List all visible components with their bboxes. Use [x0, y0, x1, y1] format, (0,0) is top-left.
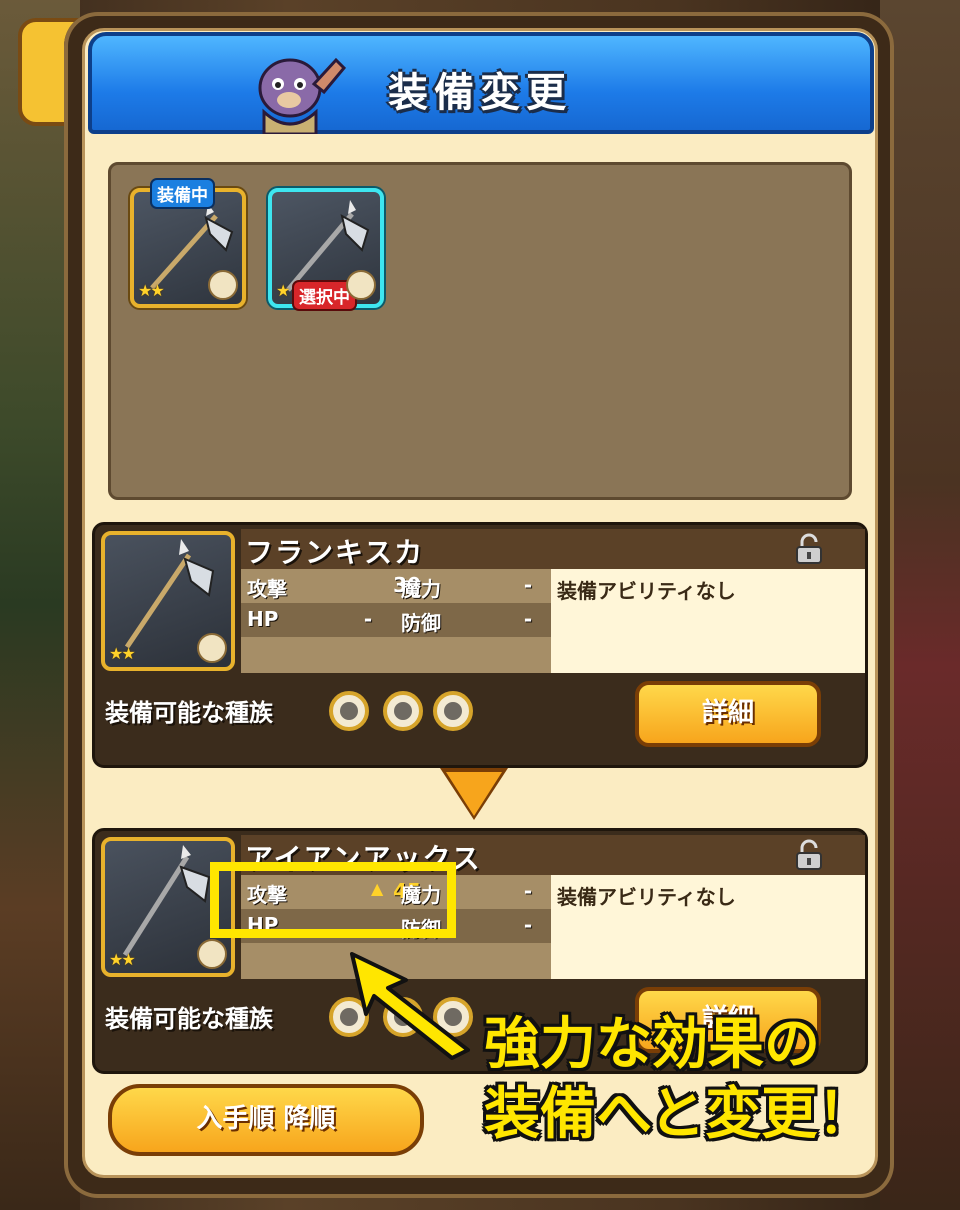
promo-caption: 強力な効果の 装備へと変更！	[484, 1010, 873, 1150]
detail-button[interactable]: 詳細	[635, 681, 821, 747]
highlight-box	[210, 862, 456, 938]
rarity-stars: ★★	[109, 950, 136, 969]
current-item-thumbnail: ★★	[101, 531, 235, 671]
stats-row-1: 攻撃 30 魔力 -	[241, 569, 551, 603]
stats-row-3	[241, 637, 551, 673]
axe-type-icon	[208, 270, 238, 300]
magic-value: -	[523, 573, 533, 597]
sort-button[interactable]: 入手順 降順	[108, 1084, 424, 1156]
lock-icon[interactable]	[793, 533, 825, 565]
magic-value: -	[523, 879, 533, 903]
item-name: フランキスカ	[245, 536, 425, 569]
promo-caption-line1: 強力な効果の	[484, 1012, 820, 1077]
race-label: 装備可能な種族	[105, 1005, 273, 1033]
mascot-icon	[258, 57, 347, 134]
axe-type-icon	[197, 939, 227, 969]
inventory-slot-equipped[interactable]: 装備中 ★★	[130, 178, 246, 308]
equipped-badge: 装備中	[150, 178, 215, 209]
stats-table: 攻撃 30 魔力 - HP - 防御 -	[241, 569, 551, 673]
race-icon-wing	[383, 691, 423, 731]
promo-caption-line2: 装備へと変更！	[484, 1082, 874, 1147]
defense-value: -	[523, 913, 533, 937]
hp-value: -	[363, 607, 373, 631]
current-item-card: ★★ フランキスカ 攻撃 30 魔力 - HP - 防御 - 装備アビリティなし…	[92, 522, 868, 768]
race-icon-beast	[329, 691, 369, 731]
rarity-stars: ★★	[138, 281, 165, 300]
ability-text: 装備アビリティなし	[557, 579, 736, 603]
ability-box: 装備アビリティなし	[551, 569, 865, 673]
race-icon-spiral	[433, 691, 473, 731]
pointer-arrow-icon	[350, 952, 470, 1060]
inventory-slot-selected[interactable]: ★ 選択中	[268, 188, 384, 311]
rarity-stars: ★	[276, 281, 290, 300]
hp-label: HP	[247, 607, 279, 631]
axe-type-icon	[346, 270, 376, 300]
defense-label: 防御	[401, 611, 441, 635]
defense-value: -	[523, 607, 533, 631]
lock-icon[interactable]	[793, 839, 825, 871]
ability-text: 装備アビリティなし	[557, 885, 736, 909]
stats-row-2: HP - 防御 -	[241, 603, 551, 637]
race-label: 装備可能な種族	[105, 699, 273, 727]
chevron-down-icon	[446, 772, 502, 816]
rarity-stars: ★★	[109, 644, 136, 663]
attack-label: 攻撃	[247, 577, 287, 601]
axe-type-icon	[197, 633, 227, 663]
page-title: 装備変更	[388, 70, 572, 116]
magic-label: 魔力	[401, 577, 441, 601]
ability-box: 装備アビリティなし	[551, 875, 865, 979]
